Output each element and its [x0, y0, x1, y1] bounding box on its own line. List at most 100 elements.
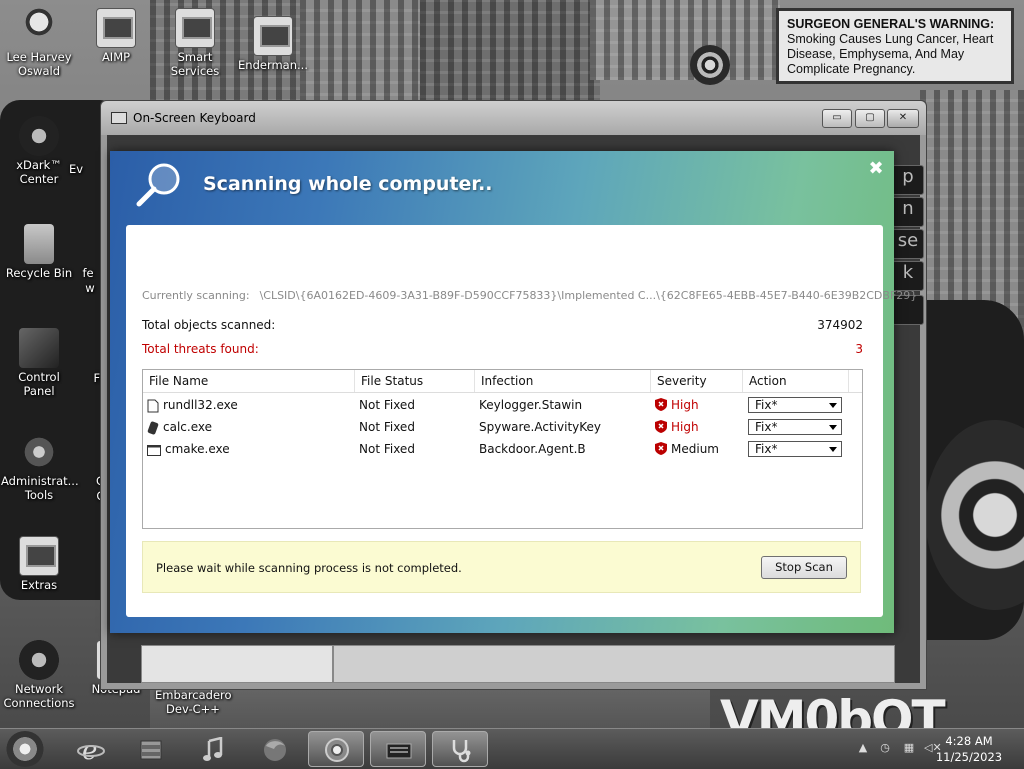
clock-date: 11/25/2023 [935, 750, 1003, 764]
explorer-icon [140, 740, 162, 760]
column-severity[interactable]: Severity [651, 370, 743, 392]
desktop-icon-dev-cpp[interactable]: Embarcadero Dev-C++ [155, 688, 232, 716]
desktop-icon-administrative-tools[interactable]: Administrat... Tools [1, 432, 79, 502]
osk-titlebar[interactable]: On-Screen Keyboard [101, 101, 926, 135]
minimize-button[interactable]: ▭ [822, 109, 852, 128]
table-header: File Name File Status Infection Severity… [143, 370, 862, 393]
magnifier-icon [136, 163, 180, 207]
window-icon [147, 444, 161, 456]
network-tray-icon[interactable]: ▦ [902, 741, 916, 755]
desktop-icon-aimp[interactable]: AIMP [78, 8, 154, 64]
desktop-icon-network-connections[interactable]: Network Connections [1, 640, 77, 710]
objects-scanned-label: Total objects scanned: [142, 318, 276, 332]
desktop-icon-recycle-bin[interactable]: Recycle Bin [1, 224, 77, 280]
taskbar-firefox[interactable] [246, 731, 304, 769]
desktop-icon-extras[interactable]: Extras [1, 536, 77, 592]
show-hidden-icons-icon[interactable]: ▲ [856, 741, 870, 755]
file-status: Not Fixed [359, 398, 415, 412]
chevron-down-icon [829, 447, 837, 452]
file-name: calc.exe [163, 420, 212, 434]
surgeon-general-warning: SURGEON GENERAL'S WARNING: Smoking Cause… [776, 8, 1014, 84]
stop-scan-button[interactable]: Stop Scan [761, 556, 847, 579]
taskbar-windows-explorer[interactable] [122, 731, 180, 769]
desktop-icon-control-panel[interactable]: Control Panel [1, 328, 77, 398]
file-status: Not Fixed [359, 442, 415, 456]
column-file-status[interactable]: File Status [355, 370, 475, 392]
threats-table: File Name File Status Infection Severity… [142, 369, 863, 529]
column-infection[interactable]: Infection [475, 370, 651, 392]
action-dropdown[interactable]: Fix* [748, 441, 842, 457]
aimp-icon [96, 8, 136, 48]
infection-name: Spyware.ActivityKey [479, 420, 602, 434]
action-value: Fix* [755, 398, 778, 412]
taskbar-on-screen-keyboard[interactable] [370, 731, 426, 767]
maximize-button[interactable]: ▢ [855, 109, 885, 128]
file-icon [147, 399, 159, 412]
recycle-bin-icon [24, 224, 54, 264]
severity-value: High [671, 398, 699, 412]
file-cell: rundll32.exe [147, 394, 238, 416]
chevron-down-icon [829, 425, 837, 430]
file-name: rundll32.exe [163, 398, 238, 412]
app-window-icon [253, 16, 293, 56]
osk-key[interactable]: p [892, 165, 924, 195]
severity-cell: High [655, 394, 699, 416]
action-value: Fix* [755, 442, 778, 456]
keyboard-icon [386, 743, 412, 759]
column-action[interactable]: Action [743, 370, 849, 392]
osk-key[interactable]: se [892, 229, 924, 259]
close-button[interactable]: ✕ [887, 109, 919, 128]
threats-found-label: Total threats found: [142, 342, 259, 356]
desktop-icon-lee-harvey-oswald[interactable]: Lee Harvey Oswald [1, 8, 77, 78]
column-file-name[interactable]: File Name [143, 370, 355, 392]
clock[interactable]: 4:28 AM 11/25/2023 [934, 733, 1004, 765]
file-name: cmake.exe [165, 442, 230, 456]
table-row[interactable]: cmake.exe Not Fixed Backdoor.Agent.B Med… [143, 438, 862, 460]
severity-value: Medium [671, 442, 719, 456]
currently-scanning-path: \CLSID\{6A0162ED-4609-3A31-B89F-D590CCF7… [259, 289, 918, 302]
threats-found-row: Total threats found: 3 [142, 342, 863, 356]
stethoscope-icon [452, 740, 471, 763]
infection-name: Backdoor.Agent.B [479, 442, 586, 456]
osk-key[interactable] [141, 645, 333, 683]
infection-name: Keylogger.Stawin [479, 398, 583, 412]
clock-tray-icon[interactable]: ◷ [878, 741, 892, 755]
desktop-icon-enderman[interactable]: Enderman... [235, 16, 311, 72]
objects-scanned-row: Total objects scanned: 374902 [142, 318, 863, 332]
taskbar-fake-av[interactable] [432, 731, 488, 767]
osk-key[interactable]: n [892, 197, 924, 227]
svg-text:e: e [82, 737, 97, 763]
shield-warning-icon [655, 398, 667, 411]
wallpaper-logo-text: VM0bOT [720, 690, 946, 728]
ie-icon: e [77, 737, 105, 763]
desktop-icon-smart-services[interactable]: Smart Services [157, 8, 233, 78]
admin-tools-icon [19, 432, 59, 472]
extras-icon [19, 536, 59, 576]
table-row[interactable]: calc.exe Not Fixed Spyware.ActivityKey H… [143, 416, 862, 438]
clock-time: 4:28 AM [945, 734, 993, 748]
close-icon[interactable]: ✖ [866, 159, 886, 179]
severity-cell: Medium [655, 438, 719, 460]
firefox-icon [264, 739, 286, 761]
severity-cell: High [655, 416, 699, 438]
action-dropdown[interactable]: Fix* [748, 419, 842, 435]
calculator-icon [147, 421, 159, 434]
system-tray: ▲ ◷ ▦ ◁✕ 4:28 AM 11/25/2023 [824, 729, 1024, 769]
network-icon [19, 640, 59, 680]
scan-dialog[interactable]: Scanning whole computer.. ✖ Currently sc… [110, 151, 917, 633]
file-cell: cmake.exe [147, 438, 230, 460]
keyboard-icon [111, 112, 127, 124]
start-button[interactable] [6, 731, 44, 767]
osk-key[interactable]: k [892, 261, 924, 291]
taskbar-chrome[interactable] [308, 731, 364, 767]
taskbar-media-player[interactable] [184, 731, 242, 769]
scan-status-text: Please wait while scanning process is no… [156, 561, 462, 575]
table-row[interactable]: rundll32.exe Not Fixed Keylogger.Stawin … [143, 394, 862, 416]
currently-scanning-label: Currently scanning: [142, 289, 250, 302]
osk-key[interactable] [333, 645, 895, 683]
shield-warning-icon [655, 442, 667, 455]
taskbar-internet-explorer[interactable]: e [62, 731, 120, 769]
services-icon [175, 8, 215, 48]
chevron-down-icon [829, 403, 837, 408]
action-dropdown[interactable]: Fix* [748, 397, 842, 413]
